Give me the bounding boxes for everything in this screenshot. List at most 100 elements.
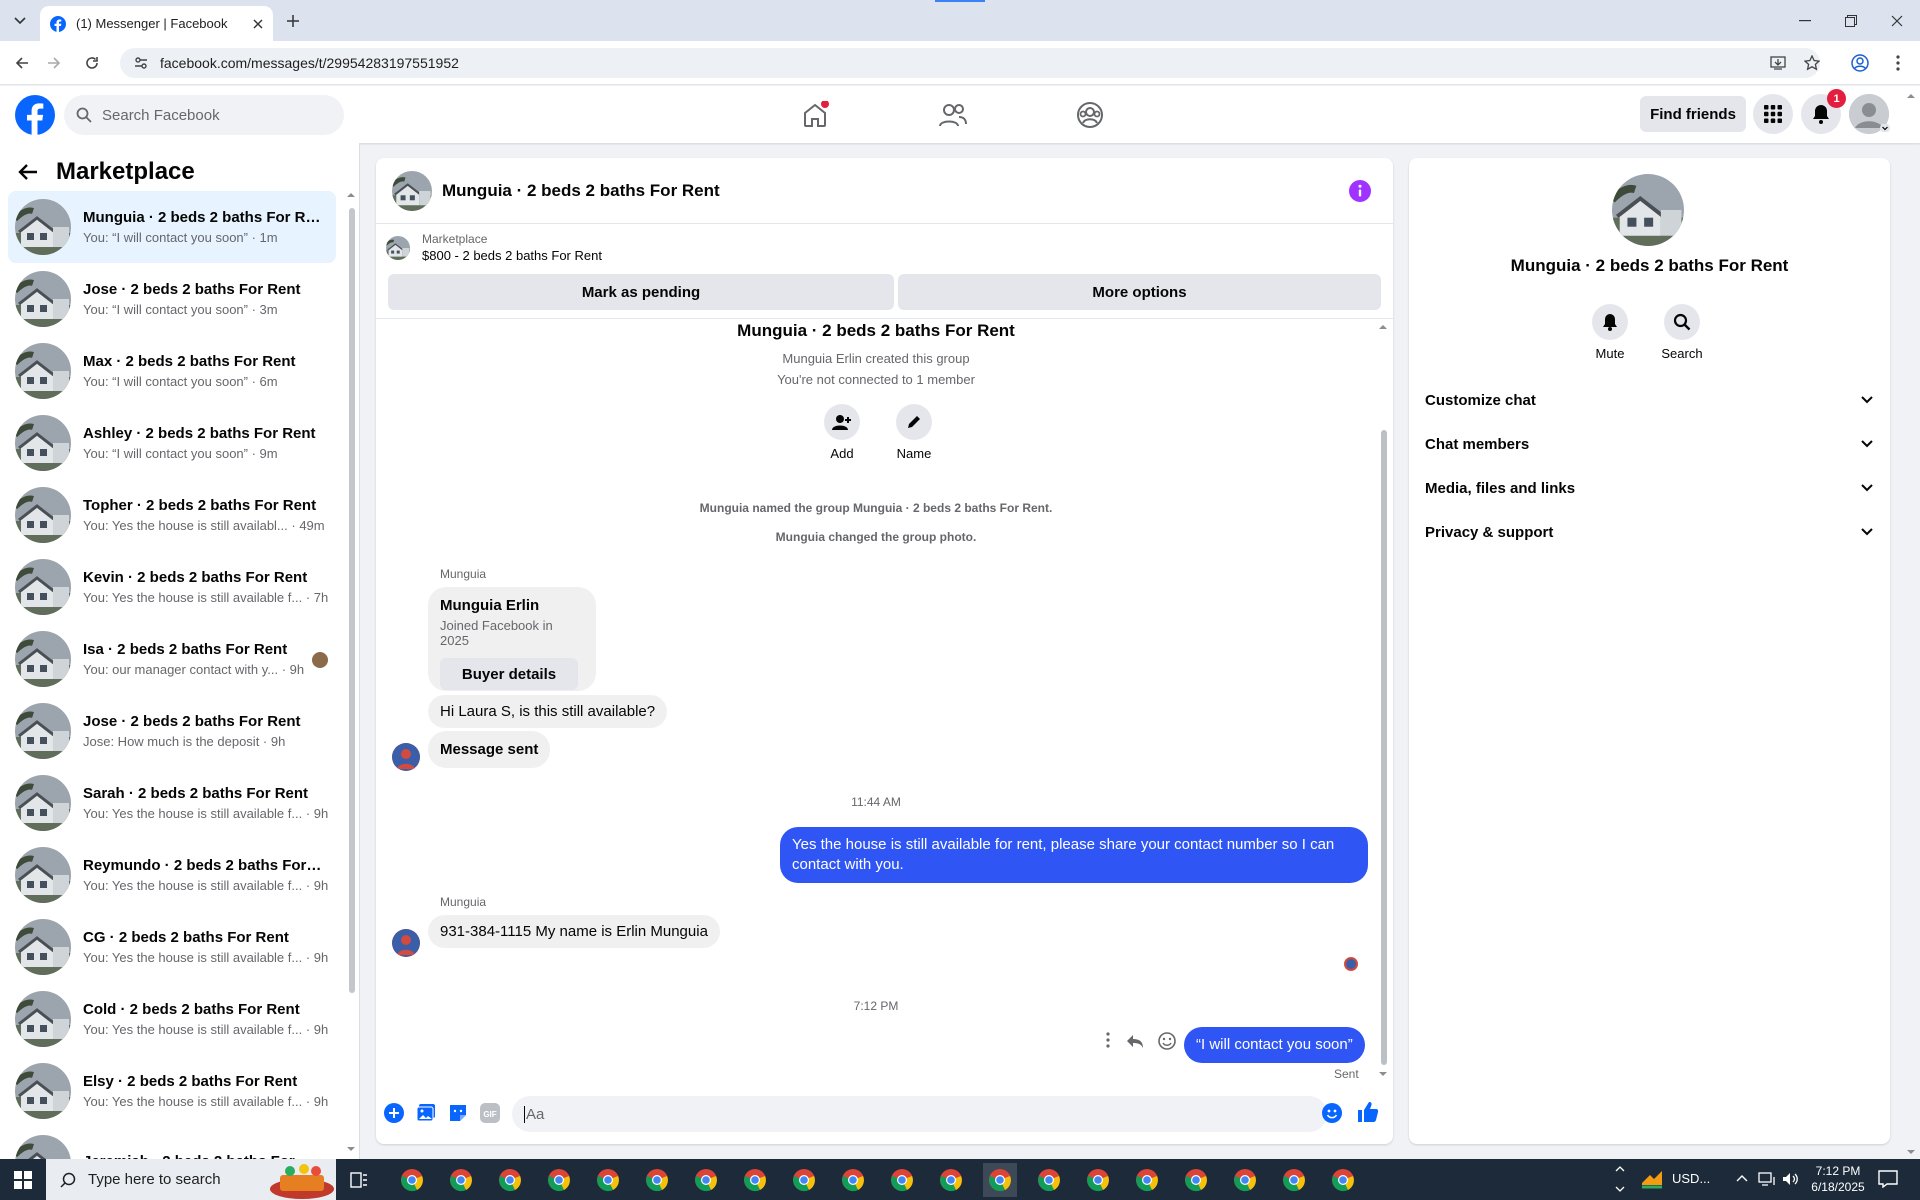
chrome-taskbar-icon[interactable] [934, 1163, 968, 1197]
conversation-item[interactable]: Reymundo · 2 beds 2 baths For ... You: Ye… [8, 839, 336, 911]
sticker-icon[interactable] [448, 1103, 468, 1123]
chrome-taskbar-icon[interactable] [885, 1163, 919, 1197]
close-tab-icon[interactable] [253, 19, 263, 29]
name-group-action[interactable]: Name [894, 404, 934, 461]
chrome-taskbar-icon[interactable] [689, 1163, 723, 1197]
sender-avatar[interactable] [392, 743, 420, 771]
facebook-logo-icon[interactable] [15, 95, 55, 135]
task-view-button[interactable] [342, 1163, 376, 1197]
thumbs-up-icon[interactable] [1357, 1101, 1379, 1123]
react-emoji-icon[interactable] [1158, 1032, 1176, 1050]
menu-grid-button[interactable] [1753, 94, 1793, 134]
chat-scroll-thumb[interactable] [1381, 430, 1387, 1065]
outgoing-message[interactable]: Yes the house is still available for ren… [780, 827, 1368, 883]
conversation-item[interactable]: Elsy · 2 beds 2 baths For Rent You: Yes t… [8, 1055, 336, 1127]
page-scroll-down-icon[interactable] [1907, 1148, 1915, 1156]
chat-list-scroll-thumb[interactable] [349, 208, 355, 993]
tab-search-button[interactable] [8, 10, 32, 32]
plus-circle-icon[interactable] [384, 1103, 404, 1123]
chrome-taskbar-icon[interactable] [787, 1163, 821, 1197]
friends-nav-button[interactable] [933, 96, 973, 134]
chrome-taskbar-icon[interactable] [836, 1163, 870, 1197]
groups-nav-button[interactable] [1070, 96, 1110, 134]
bookmark-button[interactable] [1798, 49, 1826, 77]
site-info-icon[interactable] [134, 56, 148, 70]
chrome-taskbar-icon[interactable] [1130, 1163, 1164, 1197]
forward-button[interactable] [40, 49, 68, 77]
find-friends-button[interactable]: Find friends [1640, 96, 1746, 132]
chrome-taskbar-icon[interactable] [591, 1163, 625, 1197]
conversation-item[interactable]: Max · 2 beds 2 baths For Rent You: “I wil… [8, 335, 336, 407]
currency-weather-icon[interactable] [1640, 1169, 1664, 1191]
chrome-taskbar-icon[interactable] [542, 1163, 576, 1197]
minimize-button[interactable] [1782, 8, 1828, 34]
browser-tab[interactable]: (1) Messenger | Facebook [40, 6, 273, 41]
chrome-taskbar-icon[interactable] [983, 1163, 1017, 1197]
customize-chat-section[interactable]: Customize chat [1425, 378, 1873, 422]
chrome-taskbar-icon[interactable] [1081, 1163, 1115, 1197]
listing-title[interactable]: $800 - 2 beds 2 baths For Rent [422, 248, 602, 263]
chrome-taskbar-icon[interactable] [1277, 1163, 1311, 1197]
notification-center-icon[interactable] [1878, 1170, 1898, 1188]
new-tab-button[interactable] [282, 10, 304, 32]
conversation-item[interactable]: Kevin · 2 beds 2 baths For Rent You: Yes … [8, 551, 336, 623]
emoji-icon[interactable] [1322, 1103, 1342, 1123]
start-button[interactable] [0, 1159, 46, 1200]
sender-avatar[interactable] [392, 929, 420, 957]
info-icon[interactable] [1349, 180, 1371, 202]
chrome-taskbar-icon[interactable] [1228, 1163, 1262, 1197]
install-app-button[interactable] [1764, 49, 1792, 77]
conversation-item[interactable]: Topher · 2 beds 2 baths For Rent You: Yes… [8, 479, 336, 551]
conversation-item[interactable]: Jose · 2 beds 2 baths For Rent Jose: How … [8, 695, 336, 767]
url-text[interactable]: facebook.com/messages/t/2995428319755195… [160, 55, 459, 71]
conversation-item[interactable]: Cold · 2 beds 2 baths For Rent You: Yes t… [8, 983, 336, 1055]
chrome-taskbar-icon[interactable] [444, 1163, 478, 1197]
chrome-taskbar-icon[interactable] [1179, 1163, 1213, 1197]
privacy-support-section[interactable]: Privacy & support [1425, 510, 1873, 554]
scroll-down-arrow-icon[interactable] [1379, 1070, 1387, 1078]
network-icon[interactable] [1758, 1172, 1776, 1186]
chevron-up-icon[interactable] [1736, 1173, 1748, 1183]
more-options-button[interactable]: More options [898, 274, 1381, 310]
chat-members-section[interactable]: Chat members [1425, 422, 1873, 466]
conversation-item[interactable]: Munguia · 2 beds 2 baths For Rent You: “I… [8, 191, 336, 263]
taskbar-clock[interactable]: 7:12 PM 6/18/2025 [1798, 1163, 1878, 1195]
back-button[interactable] [8, 49, 36, 77]
home-nav-button[interactable] [795, 96, 835, 134]
facebook-search-input[interactable]: Search Facebook [64, 95, 344, 135]
page-scroll-up-icon[interactable] [1907, 92, 1915, 100]
restore-button[interactable] [1828, 8, 1874, 34]
scroll-down-arrow-icon[interactable] [347, 1145, 355, 1153]
message-sent-bubble[interactable]: Message sent [428, 731, 551, 768]
conversation-item[interactable]: Jeremiah · 2 beds 2 baths For Re... [8, 1127, 336, 1159]
chrome-taskbar-icon[interactable] [1326, 1163, 1360, 1197]
conversation-item[interactable]: Isa · 2 beds 2 baths For Rent You: our ma… [8, 623, 336, 695]
back-arrow-icon[interactable] [18, 163, 38, 181]
close-window-button[interactable] [1874, 8, 1920, 34]
chat-avatar[interactable] [392, 170, 432, 211]
chrome-taskbar-icon[interactable] [395, 1163, 429, 1197]
search-action[interactable]: Search [1652, 304, 1712, 361]
chat-title[interactable]: Munguia · 2 beds 2 baths For Rent [442, 181, 720, 201]
outgoing-message[interactable]: “I will contact you soon” [1184, 1027, 1365, 1063]
profile-button[interactable] [1846, 49, 1874, 77]
mark-as-pending-button[interactable]: Mark as pending [388, 274, 894, 310]
browser-menu-button[interactable] [1884, 49, 1912, 77]
reply-icon[interactable] [1126, 1033, 1144, 1049]
chrome-taskbar-icon[interactable] [1032, 1163, 1066, 1197]
taskbar-search-box[interactable]: Type here to search [46, 1159, 336, 1200]
message-input[interactable]: Aa [512, 1096, 1327, 1132]
chrome-taskbar-icon[interactable] [640, 1163, 674, 1197]
chrome-taskbar-icon[interactable] [493, 1163, 527, 1197]
add-member-action[interactable]: Add [822, 404, 862, 461]
gif-icon[interactable]: GIF [480, 1103, 500, 1123]
taskbar-scroll-icon[interactable] [1615, 1163, 1625, 1195]
listing-thumbnail[interactable] [386, 235, 410, 260]
mute-action[interactable]: Mute [1580, 304, 1640, 361]
incoming-message[interactable]: Hi Laura S, is this still available? [428, 695, 668, 728]
conversation-item[interactable]: CG · 2 beds 2 baths For Rent You: Yes the… [8, 911, 336, 983]
chrome-taskbar-icon[interactable] [738, 1163, 772, 1197]
account-chevron-icon[interactable] [1880, 124, 1890, 132]
reload-button[interactable] [78, 49, 106, 77]
photo-icon[interactable] [416, 1103, 436, 1123]
